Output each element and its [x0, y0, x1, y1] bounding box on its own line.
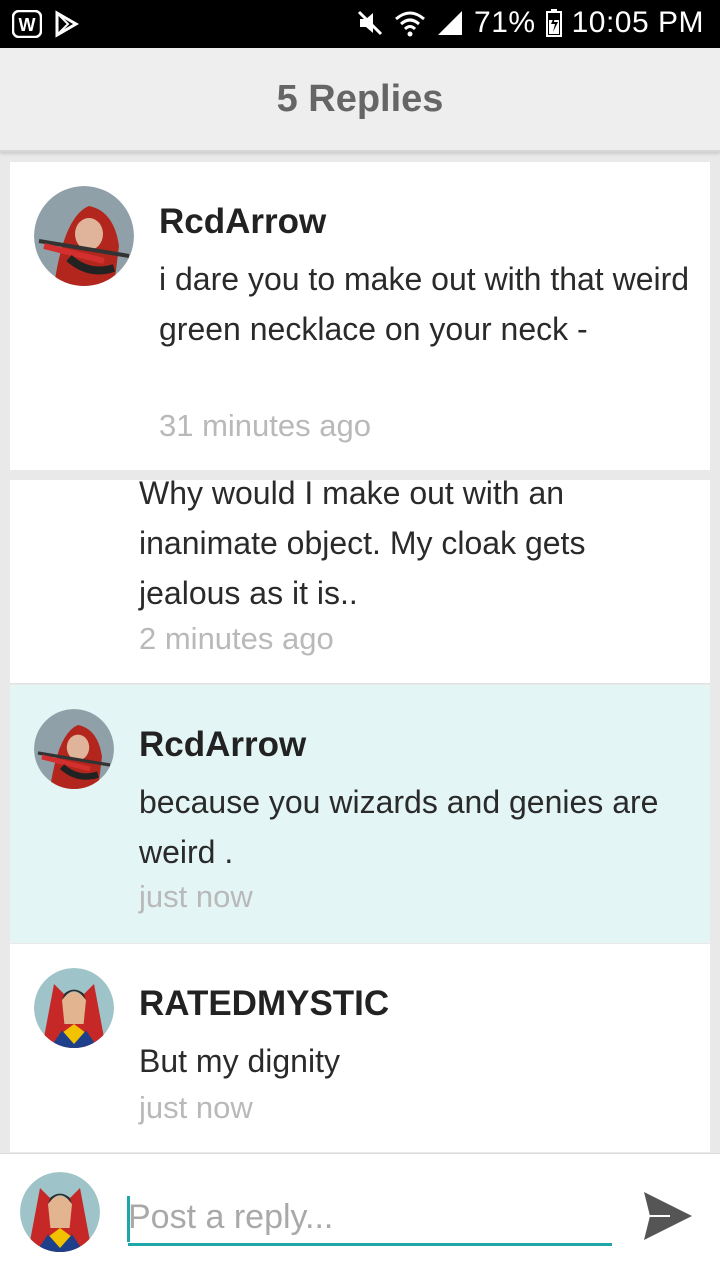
comment-text: because you wizards and genies are weird…	[139, 784, 659, 870]
red-arrow-avatar-icon	[34, 709, 114, 789]
red-arrow-avatar-icon	[34, 186, 134, 286]
clock: 10:05 PM	[571, 6, 704, 39]
current-user-avatar	[20, 1172, 100, 1252]
battery-percent: 71%	[474, 6, 536, 39]
play-store-icon	[55, 10, 79, 38]
comment-text: But my dignity	[139, 1043, 340, 1079]
signal-icon	[438, 11, 463, 35]
text-cursor	[127, 1196, 130, 1242]
comment-card[interactable]: RcdArrow i dare you to make out with tha…	[10, 162, 710, 470]
svg-text:W: W	[19, 15, 36, 35]
comment-username[interactable]: RcdArrow	[159, 202, 326, 242]
avatar[interactable]	[34, 709, 114, 789]
header: 5 Replies	[0, 48, 720, 152]
avatar[interactable]	[34, 186, 134, 286]
reply-input[interactable]	[128, 1192, 612, 1246]
battery-icon	[545, 9, 562, 37]
reply-bar	[0, 1153, 720, 1280]
comment-card-highlighted[interactable]: RcdArrow because you wizards and genies …	[10, 685, 710, 943]
app-w-icon: W	[12, 10, 42, 38]
send-icon[interactable]	[640, 1188, 696, 1244]
comment-timestamp: 2 minutes ago	[139, 621, 334, 656]
status-bar: W 71% 10:05 PM	[0, 0, 720, 48]
comment-timestamp: 31 minutes ago	[159, 408, 371, 443]
mystic-avatar-icon	[34, 968, 114, 1048]
avatar[interactable]	[34, 968, 114, 1048]
mute-icon	[357, 10, 383, 36]
comment-card[interactable]: RATEDMYSTIC But my dignity just now	[10, 944, 710, 1152]
comment-username[interactable]: RATEDMYSTIC	[139, 984, 389, 1024]
comment-timestamp: just now	[139, 879, 253, 914]
mystic-avatar-icon	[20, 1172, 100, 1252]
page-title: 5 Replies	[276, 78, 444, 120]
comment-username[interactable]: RcdArrow	[139, 725, 306, 765]
wifi-icon	[395, 11, 426, 37]
comment-timestamp: just now	[139, 1090, 253, 1125]
comment-card[interactable]: Why would I make out with an inanimate o…	[10, 475, 710, 684]
comment-text: Why would I make out with an inanimate o…	[139, 475, 586, 611]
comment-text: i dare you to make out with that weird g…	[159, 261, 690, 347]
